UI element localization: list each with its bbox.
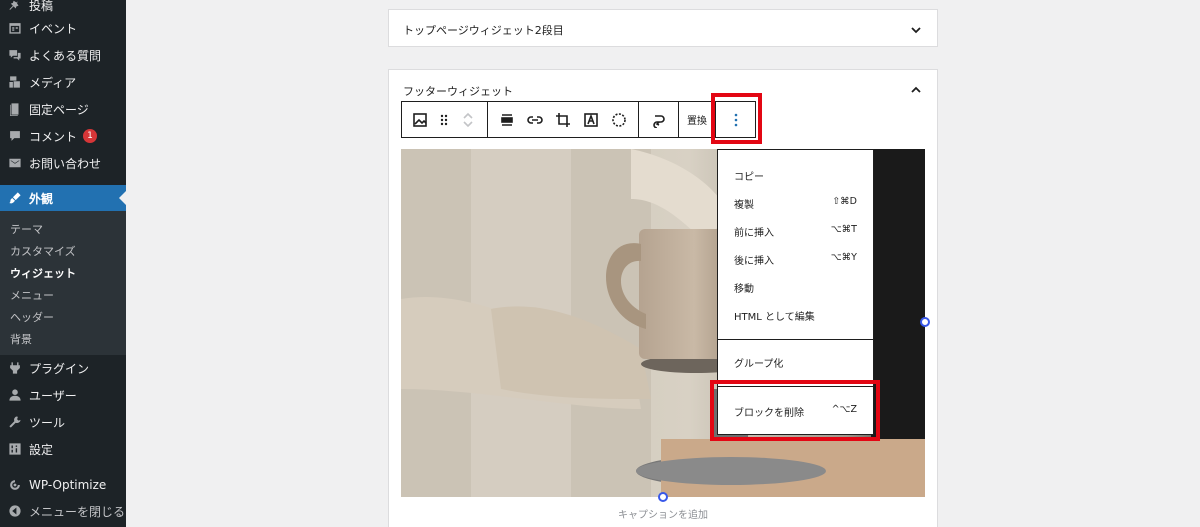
sidebar-collapse-button[interactable]: メニューを閉じる xyxy=(0,498,126,524)
submenu-item-widgets[interactable]: ウィジェット xyxy=(10,265,76,281)
submenu-item-background[interactable]: 背景 xyxy=(10,331,32,347)
duotone-icon[interactable] xyxy=(606,102,632,137)
highlight-remove-block xyxy=(710,380,880,441)
menu-item-label: HTML として編集 xyxy=(734,312,815,323)
submenu-item-menus[interactable]: メニュー xyxy=(10,287,54,303)
sidebar-item-label: 固定ページ xyxy=(29,102,89,117)
menu-item-shortcut: ⌥⌘T xyxy=(830,224,857,235)
resize-handle-bottom[interactable] xyxy=(658,492,668,502)
menu-item-label: 移動 xyxy=(734,284,754,295)
sidebar-item-label: お問い合わせ xyxy=(29,156,102,171)
menu-item-copy[interactable]: コピー xyxy=(734,168,857,183)
sidebar-item-label: ユーザー xyxy=(29,388,77,403)
collapse-icon xyxy=(8,504,22,518)
replace-label: 置換 xyxy=(687,116,707,127)
mail-icon xyxy=(8,156,22,170)
menu-item-shortcut: ⇧⌘D xyxy=(832,196,857,207)
menu-item-label: コピー xyxy=(734,172,764,183)
toolbar-separator xyxy=(678,102,679,137)
sidebar-item-media[interactable]: メディア xyxy=(0,69,126,95)
current-menu-arrow xyxy=(119,190,127,206)
user-icon xyxy=(8,388,22,402)
menu-item-label: 後に挿入 xyxy=(734,256,774,267)
menu-item-label: 前に挿入 xyxy=(734,228,774,239)
media-icon xyxy=(8,75,22,89)
menu-item-shortcut: ⌥⌘Y xyxy=(830,252,857,263)
page-icon xyxy=(8,102,22,116)
replace-button[interactable]: 置換 xyxy=(680,102,714,137)
menu-item-label: グループ化 xyxy=(734,359,784,370)
sidebar-item-label: よくある質問 xyxy=(29,48,102,63)
submenu-item-customize[interactable]: カスタマイズ xyxy=(10,243,76,259)
menu-item-label: 複製 xyxy=(734,200,754,211)
pin-icon xyxy=(8,0,22,12)
sidebar-item-label: 外観 xyxy=(29,191,54,206)
menu-item-move[interactable]: 移動 xyxy=(734,280,857,295)
block-toolbar: 置換 xyxy=(401,101,756,138)
sidebar-item-wp-optimize[interactable]: WP-Optimize xyxy=(0,472,126,498)
plugin-icon xyxy=(8,361,22,375)
chevron-up-icon[interactable] xyxy=(911,85,921,95)
sidebar-item-tools[interactable]: ツール xyxy=(0,409,126,435)
caption-input[interactable]: キャプションを追加 xyxy=(401,506,925,521)
toolbar-separator xyxy=(638,102,639,137)
sidebar-item-label: WP-Optimize xyxy=(29,478,107,492)
sidebar-item-label: ツール xyxy=(29,415,66,430)
sidebar-item-contact[interactable]: お問い合わせ xyxy=(0,150,126,176)
menu-item-insert-before[interactable]: 前に挿入 ⌥⌘T xyxy=(734,224,857,239)
menu-item-insert-after[interactable]: 後に挿入 ⌥⌘Y xyxy=(734,252,857,267)
optimize-icon xyxy=(8,478,22,492)
brush-icon xyxy=(8,191,22,205)
resize-handle-right[interactable] xyxy=(920,317,930,327)
appearance-submenu: テーマ カスタマイズ ウィジェット メニュー ヘッダー 背景 xyxy=(0,211,126,355)
sidebar-item-appearance[interactable]: 外観 xyxy=(0,185,126,211)
sidebar-item-label: メディア xyxy=(29,75,77,90)
sidebar-item-settings[interactable]: 設定 xyxy=(0,436,126,462)
sidebar-item-plugins[interactable]: プラグイン xyxy=(0,355,126,381)
align-icon[interactable] xyxy=(494,102,520,137)
drag-handle-icon[interactable] xyxy=(434,102,454,137)
menu-separator xyxy=(718,339,873,340)
admin-sidebar: 投稿 イベント よくある質問 メディア 固定ページ コメント 1 お問い合わせ … xyxy=(0,0,127,527)
settings-icon xyxy=(8,442,22,456)
move-up-down-icon[interactable] xyxy=(456,102,480,137)
crop-icon[interactable] xyxy=(550,102,576,137)
sidebar-item-label: コメント xyxy=(29,129,78,144)
toolbar-separator xyxy=(487,102,488,137)
submenu-item-header[interactable]: ヘッダー xyxy=(10,309,54,325)
link-icon[interactable] xyxy=(522,102,548,137)
comment-icon xyxy=(8,129,22,143)
sidebar-item-pages[interactable]: 固定ページ xyxy=(0,96,126,122)
sidebar-item-label: イベント xyxy=(29,21,78,36)
panel-title: トップページウィジェット2段目 xyxy=(403,24,564,37)
transform-icon[interactable] xyxy=(644,102,674,137)
sidebar-item-users[interactable]: ユーザー xyxy=(0,382,126,408)
chevron-down-icon[interactable] xyxy=(911,25,921,35)
image-block-icon[interactable] xyxy=(406,102,434,137)
sidebar-item-events[interactable]: イベント xyxy=(0,15,126,41)
sidebar-item-label: 設定 xyxy=(29,442,54,457)
comment-count-badge: 1 xyxy=(83,129,98,143)
widget-area-top-page-2[interactable]: トップページウィジェット2段目 xyxy=(388,9,938,47)
highlight-more-options xyxy=(711,93,762,144)
sidebar-item-comments[interactable]: コメント 1 xyxy=(0,123,126,149)
sidebar-item-label: 投稿 xyxy=(29,0,54,13)
submenu-item-themes[interactable]: テーマ xyxy=(10,221,43,237)
sidebar-item-label: メニューを閉じる xyxy=(29,504,126,519)
sidebar-item-faq[interactable]: よくある質問 xyxy=(0,42,126,68)
menu-item-edit-as-html[interactable]: HTML として編集 xyxy=(734,308,857,323)
menu-item-group[interactable]: グループ化 xyxy=(734,355,857,370)
panel-title: フッターウィジェット xyxy=(403,85,513,98)
comments-icon xyxy=(8,48,22,62)
sidebar-item-label: プラグイン xyxy=(29,361,90,376)
calendar-icon xyxy=(8,21,22,35)
text-overlay-icon[interactable] xyxy=(578,102,604,137)
wrench-icon xyxy=(8,415,22,429)
menu-item-duplicate[interactable]: 複製 ⇧⌘D xyxy=(734,196,857,211)
